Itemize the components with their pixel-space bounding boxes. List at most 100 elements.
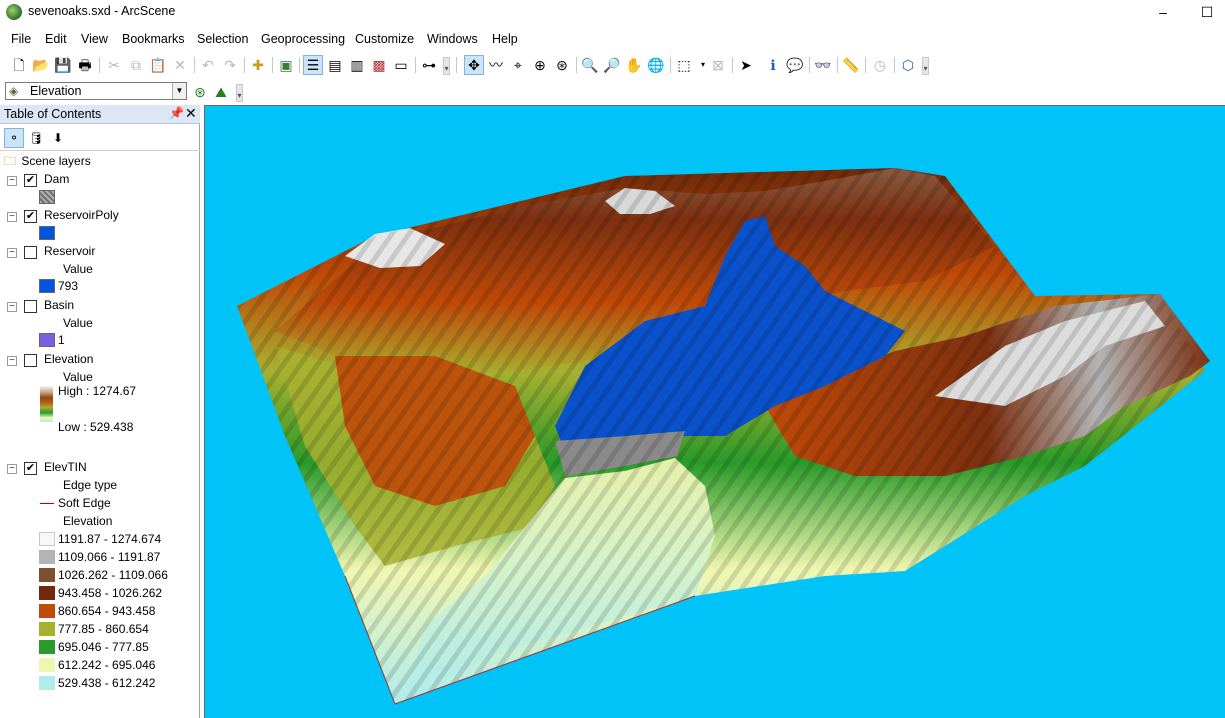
dam-layer-name[interactable]: Dam <box>44 170 69 188</box>
elevtin-class-swatch[interactable] <box>39 586 55 600</box>
reservoirpoly-symbol[interactable] <box>39 226 55 240</box>
undo-icon[interactable]: ↶ <box>198 55 218 75</box>
elevation-color-ramp[interactable] <box>40 386 53 422</box>
reservoir-checkbox[interactable] <box>24 246 37 259</box>
arctoolbox-icon[interactable]: ▩ <box>369 55 389 75</box>
zoom-to-target-icon[interactable]: ⊕ <box>530 55 550 75</box>
elevtin-checkbox[interactable]: ✔ <box>24 462 37 475</box>
zoom-out-icon[interactable]: 🔎 <box>602 55 622 75</box>
cut-icon[interactable]: ✂ <box>104 55 124 75</box>
pan-icon[interactable]: ✋ <box>624 55 644 75</box>
basin-checkbox[interactable] <box>24 300 37 313</box>
set-observer-icon[interactable]: ⊛ <box>552 55 572 75</box>
elevtin-class-swatch[interactable] <box>39 604 55 618</box>
select-elements-icon[interactable]: ➤ <box>736 55 756 75</box>
find-binoculars-icon[interactable]: 👓 <box>813 55 833 75</box>
menu-view[interactable]: View <box>81 32 108 46</box>
scene-layers-node[interactable]: 🗀 Scene layers <box>4 152 91 170</box>
list-by-drawing-order-icon[interactable]: ⚬ <box>4 128 24 148</box>
full-extent-icon[interactable]: 🌐 <box>646 55 666 75</box>
elevtin-class-label: 943.458 - 1026.262 <box>58 586 163 600</box>
save-icon[interactable]: 💾 <box>53 55 73 75</box>
elevation-layer-name[interactable]: Elevation <box>44 350 93 368</box>
copy-icon[interactable]: ⧉ <box>126 55 146 75</box>
add-data-icon[interactable]: ✚ <box>248 55 268 75</box>
dam-expander[interactable]: − <box>7 176 17 186</box>
python-window-icon[interactable]: ▭ <box>391 55 411 75</box>
chevron-down-icon[interactable]: ▼ <box>172 83 186 99</box>
fly-tool-icon[interactable]: 〰 <box>486 55 506 75</box>
elevation-expander[interactable]: − <box>7 356 17 366</box>
elevtin-class-swatch[interactable] <box>39 640 55 654</box>
new-document-icon[interactable]: 🗋 <box>9 55 29 75</box>
reservoir-symbol[interactable] <box>39 279 55 293</box>
basin-expander[interactable]: − <box>7 302 17 312</box>
elevtin-class-swatch[interactable] <box>39 550 55 564</box>
menu-file[interactable]: File <box>11 32 31 46</box>
open-folder-icon[interactable]: 📂 <box>31 55 51 75</box>
layer-transparency-icon[interactable]: ⊛ <box>190 82 210 102</box>
list-by-source-icon[interactable]: 🛢 <box>26 128 46 148</box>
list-by-visibility-icon[interactable]: ⬇ <box>48 128 68 148</box>
menu-windows[interactable]: Windows <box>427 32 478 46</box>
model-builder-icon[interactable]: ⊶ <box>419 55 439 75</box>
menu-selection[interactable]: Selection <box>197 32 248 46</box>
menu-geoprocessing[interactable]: Geoprocessing <box>261 32 345 46</box>
table-of-contents-icon[interactable]: ☰ <box>303 55 323 75</box>
soft-edge-symbol[interactable] <box>40 503 54 504</box>
identify-icon[interactable]: ℹ <box>763 55 783 75</box>
toolbar-grip-2-icon[interactable]: ▾ <box>922 57 929 75</box>
elevtin-class-swatch[interactable] <box>39 532 55 546</box>
dam-checkbox[interactable]: ✔ <box>24 174 37 187</box>
reservoir-field-label: Value <box>63 262 93 276</box>
navigate-tool-icon[interactable]: ✥ <box>464 55 484 75</box>
maximize-button[interactable]: ☐ <box>1197 2 1217 22</box>
measure-icon[interactable]: 📏 <box>841 55 861 75</box>
select-features-icon[interactable]: ⬚ <box>674 55 694 75</box>
redo-icon[interactable]: ↷ <box>220 55 240 75</box>
reservoirpoly-expander[interactable]: − <box>7 212 17 222</box>
table-of-contents-panel: Table of Contents 📌 ✕ ⚬ 🛢 ⬇ 🗀 Scene laye… <box>0 105 200 718</box>
clear-selection-icon[interactable]: ⊠ <box>708 55 728 75</box>
elevtin-class-label: 1026.262 - 1109.066 <box>58 568 168 582</box>
menu-edit[interactable]: Edit <box>45 32 67 46</box>
scene-view[interactable] <box>204 105 1225 718</box>
toolbar-grip-3-icon[interactable]: ▾ <box>236 84 243 102</box>
elevtin-class-swatch[interactable] <box>39 676 55 690</box>
elevtin-layer-name[interactable]: ElevTIN <box>44 458 87 476</box>
layer-face-culling-icon[interactable]: ⛰ <box>211 82 231 102</box>
minimize-button[interactable]: – <box>1153 2 1173 22</box>
reservoirpoly-checkbox[interactable]: ✔ <box>24 210 37 223</box>
view-image-icon[interactable]: ▣ <box>276 55 296 75</box>
toolbar-grip-icon[interactable]: ▾ <box>443 57 450 75</box>
dam-symbol[interactable] <box>39 190 55 204</box>
scene-properties-icon[interactable]: ⬡ <box>898 55 918 75</box>
elevtin-class-swatch[interactable] <box>39 622 55 636</box>
reservoir-layer-name[interactable]: Reservoir <box>44 242 95 260</box>
elevtin-class-swatch[interactable] <box>39 568 55 582</box>
html-popup-icon[interactable]: 💬 <box>785 55 805 75</box>
close-icon[interactable]: ✕ <box>185 105 197 122</box>
elevtin-class-swatch[interactable] <box>39 658 55 672</box>
menu-help[interactable]: Help <box>492 32 518 46</box>
target-center-icon[interactable]: ⌖ <box>508 55 528 75</box>
elevtin-expander[interactable]: − <box>7 464 17 474</box>
menu-bookmarks[interactable]: Bookmarks <box>122 32 185 46</box>
layer-select[interactable]: ◈ Elevation ▼ <box>5 82 187 100</box>
search-window-icon[interactable]: ▥ <box>347 55 367 75</box>
paste-icon[interactable]: 📋 <box>148 55 168 75</box>
menu-customize[interactable]: Customize <box>355 32 414 46</box>
terrain-render[interactable] <box>205 106 1225 718</box>
reservoir-expander[interactable]: − <box>7 248 17 258</box>
menu-bar: File Edit View Bookmarks Selection Geopr… <box>0 30 1225 50</box>
basin-layer-name[interactable]: Basin <box>44 296 74 314</box>
basin-symbol[interactable] <box>39 333 55 347</box>
elevation-checkbox[interactable] <box>24 354 37 367</box>
reservoirpoly-layer-name[interactable]: ReservoirPoly <box>44 206 119 224</box>
catalog-window-icon[interactable]: ▤ <box>325 55 345 75</box>
delete-icon[interactable]: ✕ <box>170 55 190 75</box>
time-slider-icon[interactable]: ◷ <box>870 55 890 75</box>
zoom-in-icon[interactable]: 🔍 <box>580 55 600 75</box>
print-icon[interactable]: 🖶 <box>75 55 95 75</box>
pin-icon[interactable]: 📌 <box>169 106 184 120</box>
